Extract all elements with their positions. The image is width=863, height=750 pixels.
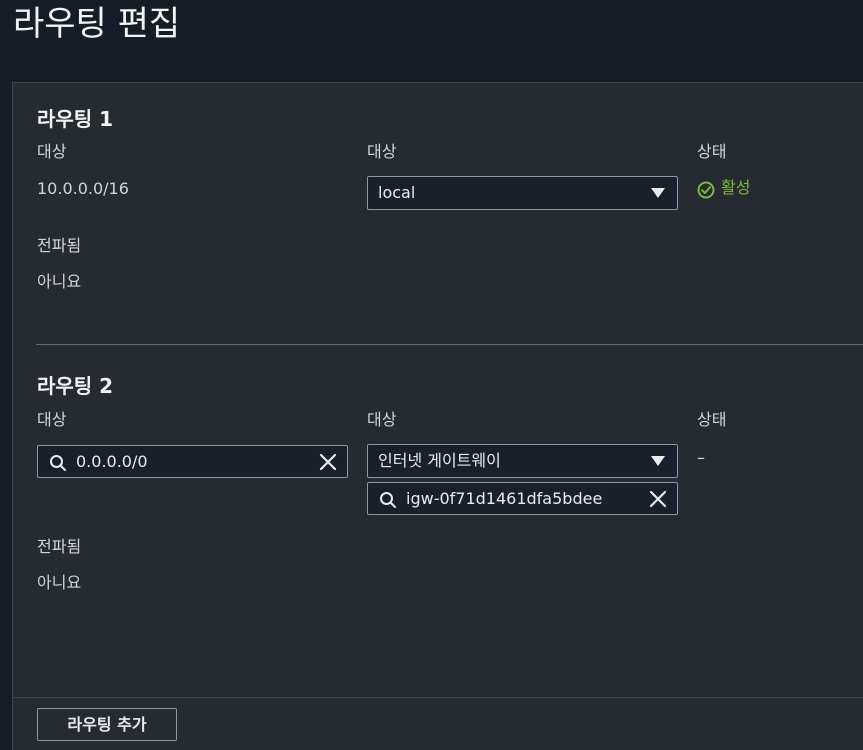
route-2-status-value: – [697, 448, 705, 467]
caret-down-icon [651, 456, 665, 466]
footer-divider [13, 697, 863, 698]
route-2-propagated-value: 아니요 [37, 573, 82, 592]
route-1-status-value: 활성 [721, 178, 751, 197]
route-2-title: 라우팅 2 [37, 374, 114, 398]
route-1-destination-label: 대상 [37, 142, 67, 161]
route-1-propagated-value: 아니요 [37, 272, 82, 291]
route-2-target-search-value: igw-0f71d1461dfa5bdee [406, 489, 603, 508]
route-2-target-selected: 인터넷 게이트웨이 [378, 451, 501, 470]
route-1-target-selected: local [378, 183, 416, 202]
route-1-target-label: 대상 [367, 142, 397, 161]
route-1-destination-value: 10.0.0.0/16 [37, 179, 129, 198]
route-2-target-select[interactable]: 인터넷 게이트웨이 [367, 444, 678, 478]
route-1-propagated-label: 전파됨 [37, 236, 82, 255]
close-icon[interactable] [319, 453, 337, 471]
page-title: 라우팅 편집 [13, 4, 181, 44]
route-1-title: 라우팅 1 [37, 107, 114, 131]
route-2-destination-input[interactable]: 0.0.0.0/0 [37, 445, 348, 478]
route-2-propagated-label: 전파됨 [37, 537, 82, 556]
routes-panel: 라우팅 1 대상 10.0.0.0/16 대상 local 상태 활성 전파됨 … [12, 82, 863, 750]
route-1-status-label: 상태 [697, 142, 727, 161]
add-route-button[interactable]: 라우팅 추가 [37, 708, 177, 741]
route-1-target-select[interactable]: local [367, 176, 678, 210]
check-circle-icon [697, 181, 715, 199]
close-icon[interactable] [649, 490, 667, 508]
page-header: 라우팅 편집 [0, 0, 863, 80]
route-2-destination-label: 대상 [37, 410, 67, 429]
search-icon [380, 492, 396, 508]
route-2-status-label: 상태 [697, 410, 727, 429]
route-2-target-label: 대상 [367, 410, 397, 429]
search-icon [50, 455, 66, 471]
route-2-target-search-input[interactable]: igw-0f71d1461dfa5bdee [367, 482, 678, 515]
route-divider [36, 344, 863, 345]
caret-down-icon [651, 188, 665, 198]
route-2-destination-value: 0.0.0.0/0 [76, 452, 148, 471]
